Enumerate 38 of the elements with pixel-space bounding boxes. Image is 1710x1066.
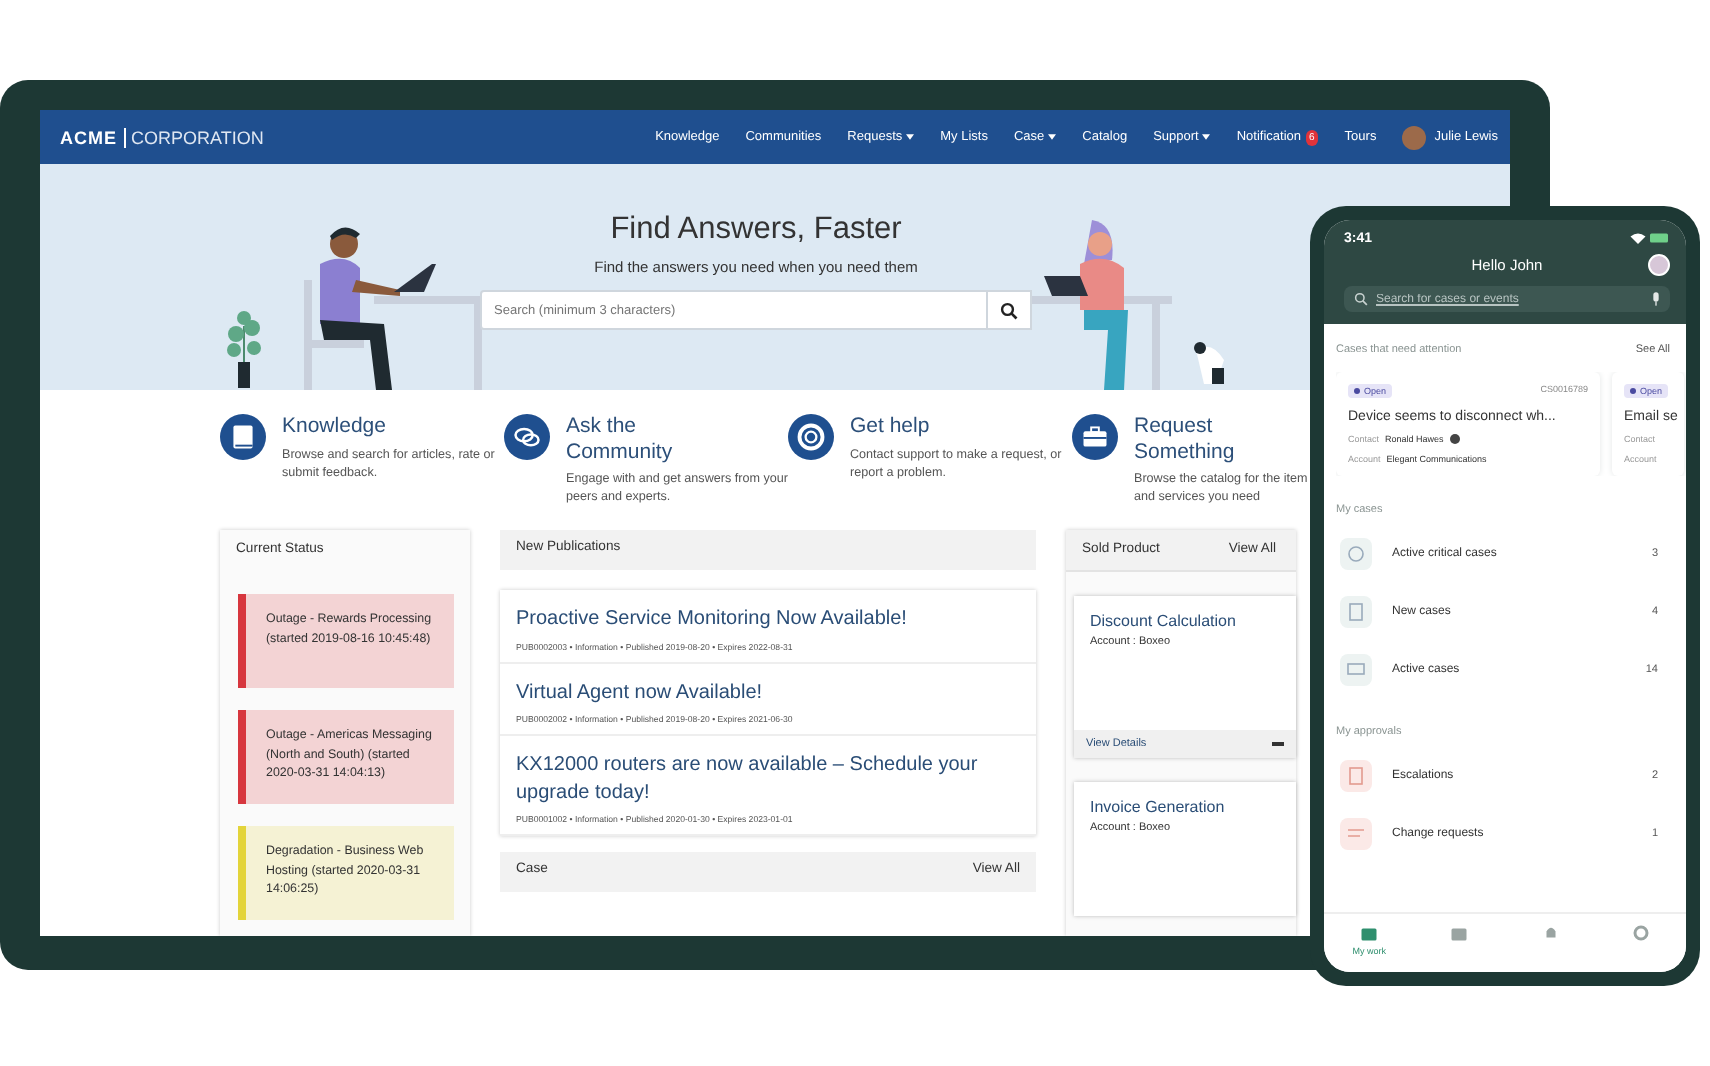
feature-title[interactable]: Knowledge (282, 414, 422, 440)
book-icon[interactable] (220, 414, 266, 460)
publication-link[interactable]: Virtual Agent now Available! (516, 679, 1020, 706)
lifebuoy-icon[interactable] (788, 414, 834, 460)
bell-icon (1541, 924, 1560, 942)
plant-drawing (224, 310, 264, 390)
publication-link[interactable]: Proactive Service Monitoring Now Available! (516, 606, 1020, 633)
case-icon (1450, 924, 1469, 942)
hero-title: Find Answers, Faster (610, 212, 902, 248)
logo-text: CORPORATION (123, 127, 264, 147)
caret-icon (1048, 133, 1057, 140)
caret-icon (906, 133, 915, 140)
settings-icon (1631, 924, 1650, 942)
feature-title[interactable]: Ask the Community (566, 414, 706, 465)
dot-icon (1354, 388, 1360, 395)
dot-icon (1630, 388, 1636, 395)
product-title[interactable]: Discount Calculation (1090, 612, 1280, 630)
clock-icon (1340, 537, 1372, 569)
chat-bubbles-icon[interactable] (504, 414, 550, 460)
search-icon (1000, 301, 1018, 319)
clipboard-icon (1340, 595, 1372, 627)
microphone-icon[interactable] (1652, 292, 1660, 306)
caret-icon (1202, 133, 1211, 140)
briefcase-icon[interactable] (1072, 414, 1118, 460)
wifi-battery-icon (1630, 232, 1670, 244)
product-title[interactable]: Invoice Generation (1090, 798, 1280, 816)
contact-avatar (1449, 434, 1460, 444)
logo-brand: ACME (60, 127, 117, 147)
feature-title[interactable]: Get help (850, 414, 990, 440)
search-button[interactable] (988, 290, 1032, 330)
publication-link[interactable]: KX12000 routers are now available – Schedule your upgrade today! (516, 752, 1020, 806)
feature-title[interactable]: Request Something (1134, 414, 1274, 465)
alert-icon (1340, 759, 1372, 791)
briefcase-icon (1360, 924, 1379, 942)
form-icon (1340, 817, 1372, 849)
monitor-icon (1340, 653, 1372, 685)
search-icon (1354, 292, 1368, 306)
avatar[interactable] (1648, 254, 1670, 276)
